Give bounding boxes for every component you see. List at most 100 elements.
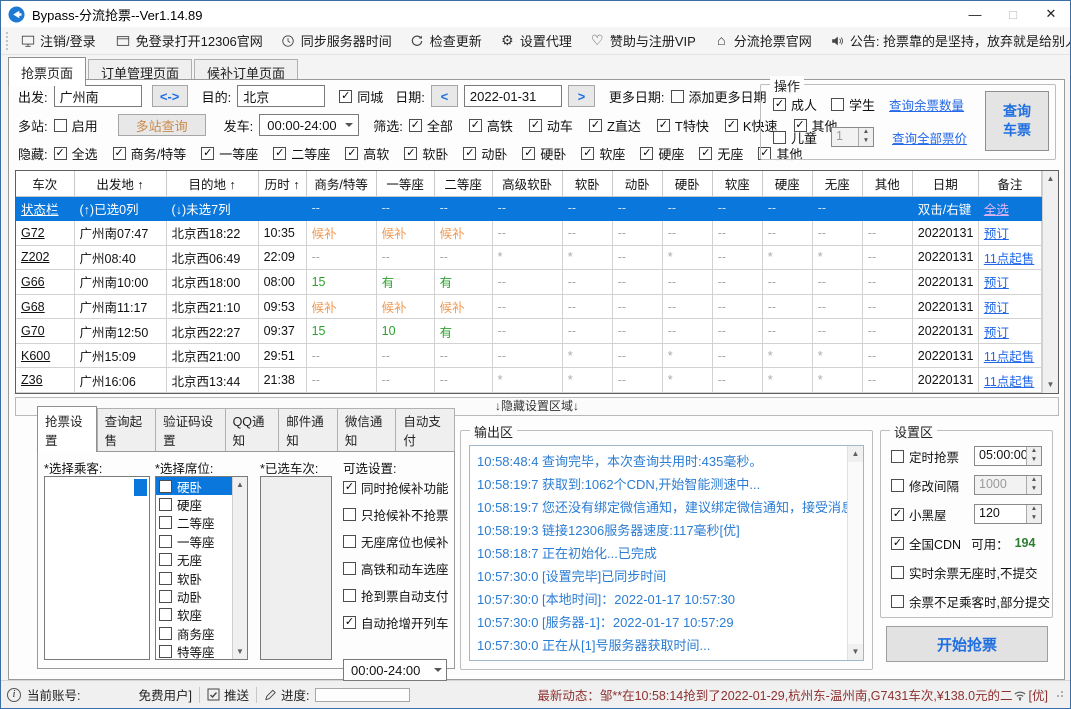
hide-checkbox-11[interactable]: 无座 — [699, 144, 743, 163]
settings-tab-3[interactable]: 验证码设置 — [155, 408, 225, 452]
remark-link[interactable]: 预订 — [977, 293, 1043, 320]
push-label[interactable]: 推送 — [224, 685, 249, 704]
settings-checkbox-2[interactable]: 修改间隔 — [891, 476, 959, 495]
query-ticket-button[interactable]: 查询 车票 — [985, 91, 1049, 151]
settings-checkbox-5[interactable]: 实时余票无座时,不提交 — [891, 563, 1037, 582]
train-number-link[interactable]: 状态栏 — [16, 195, 75, 222]
seat-scrollbar[interactable]: ▲ ▼ — [232, 477, 247, 659]
column-header[interactable]: 目的地 ↑ — [165, 171, 259, 197]
swap-stations-button[interactable]: <-> — [151, 85, 188, 107]
maximize-button[interactable]: □ — [994, 1, 1032, 27]
hide-checkbox-6[interactable]: 软卧 — [404, 144, 448, 163]
settings-spinner-3[interactable]: 120 ▲ ▼ — [974, 504, 1042, 524]
column-header[interactable]: 历时 ↑ — [257, 171, 307, 197]
grab-time-range-combo[interactable]: 00:00-24:00 — [343, 659, 447, 681]
table-row[interactable]: 状态栏 (↑)已选0列 (↓)未选7列 -- -- -- -- -- -- -- -- -- -- 双击/… — [16, 195, 1043, 222]
train-number-link[interactable]: Z36 — [16, 367, 75, 393]
spinner-arrows[interactable]: ▲ ▼ — [1026, 447, 1041, 465]
seat-option[interactable]: 硬卧 — [156, 477, 232, 496]
table-row[interactable]: Z36 广州16:06 北京西13:44 21:38 -- -- -- * * -- * -- * * --… — [16, 367, 1043, 393]
column-header[interactable]: 高级软卧 — [491, 171, 563, 197]
train-number-link[interactable]: G66 — [16, 269, 75, 295]
toolbar-item-6[interactable]: ♡ 赞助与注册VIP — [581, 29, 705, 53]
column-header[interactable]: 动卧 — [611, 171, 663, 197]
settings-checkbox-3[interactable]: 小黑屋 — [891, 505, 947, 524]
settings-spinner-1[interactable]: 05:00:00 ▲ ▼ — [974, 446, 1042, 466]
seat-option[interactable]: 特等座 — [156, 643, 232, 661]
filter-checkbox-1[interactable]: 全部 — [408, 116, 453, 135]
seat-option[interactable]: 商务座 — [156, 624, 232, 642]
remark-link[interactable]: 全选 — [977, 195, 1043, 222]
settings-checkbox-1[interactable]: 定时抢票 — [891, 447, 959, 466]
hide-checkbox-10[interactable]: 硬座 — [640, 144, 684, 163]
settings-tab-2[interactable]: 查询起售 — [96, 408, 156, 452]
grab-option-5[interactable]: 抢到票自动支付 — [343, 586, 449, 605]
passenger-listbox[interactable] — [44, 476, 150, 660]
same-city-checkbox[interactable]: 同城 — [339, 87, 383, 106]
hide-checkbox-1[interactable]: 全选 — [53, 144, 98, 163]
multi-station-query-button[interactable]: 多站查询 — [117, 114, 206, 136]
add-more-dates-checkbox[interactable]: 添加更多日期 — [670, 87, 767, 106]
table-row[interactable]: G70 广州南12:50 北京西22:27 09:37 15 10 有 -- -- -- -- -- -… — [16, 318, 1043, 344]
scroll-down-icon[interactable]: ▼ — [1043, 377, 1058, 393]
depart-input[interactable] — [53, 85, 142, 107]
settings-tab-6[interactable]: 微信通知 — [336, 408, 396, 452]
table-row[interactable]: Z202 广州08:40 北京西06:49 22:09 -- -- -- * * -- * -- * * -… — [16, 244, 1043, 271]
date-next-button[interactable]: > — [567, 85, 595, 107]
train-number-link[interactable]: K600 — [16, 342, 75, 369]
column-header[interactable]: 硬卧 — [661, 171, 713, 197]
column-header[interactable]: 出发地 ↑ — [73, 171, 167, 197]
grab-option-4[interactable]: 高铁和动车选座 — [343, 559, 449, 578]
remark-link[interactable]: 11点起售 — [977, 367, 1043, 393]
settings-tab-1[interactable]: 抢票设置 — [37, 406, 97, 452]
child-checkbox[interactable]: 儿童 — [773, 128, 817, 147]
filter-checkbox-2[interactable]: 高铁 — [468, 116, 513, 135]
grab-option-6[interactable]: 自动抢增开列车 — [343, 613, 449, 632]
student-checkbox[interactable]: 学生 — [831, 95, 875, 114]
hide-checkbox-7[interactable]: 动卧 — [463, 144, 507, 163]
filter-checkbox-3[interactable]: 动车 — [528, 116, 573, 135]
minimize-button[interactable]: — — [956, 1, 994, 27]
start-grab-button[interactable]: 开始抢票 — [886, 626, 1048, 662]
remark-link[interactable]: 预订 — [977, 220, 1043, 246]
table-scrollbar[interactable]: ▲ ▼ — [1042, 171, 1058, 393]
column-header[interactable]: 备注 — [977, 171, 1043, 197]
train-number-link[interactable]: G68 — [16, 293, 75, 320]
selected-trains-box[interactable] — [260, 476, 332, 660]
query-remaining-link[interactable]: 查询余票数量 — [889, 95, 964, 114]
remark-link[interactable]: 11点起售 — [977, 342, 1043, 369]
date-input[interactable] — [463, 85, 562, 107]
settings-tab-7[interactable]: 自动支付 — [395, 408, 455, 452]
table-row[interactable]: G72 广州南07:47 北京西18:22 10:35 候补 候补 候补 -- -- -- -- --… — [16, 220, 1043, 246]
toolbar-item-2[interactable]: 免登录打开12306官网 — [107, 29, 272, 53]
table-row[interactable]: G68 广州南11:17 北京西21:10 09:53 候补 候补 候补 -- -- -- -- --… — [16, 293, 1043, 320]
train-number-link[interactable]: Z202 — [16, 244, 75, 271]
seat-option[interactable]: 无座 — [156, 551, 232, 569]
adult-checkbox[interactable]: 成人 — [773, 95, 817, 114]
column-header[interactable]: 无座 — [811, 171, 863, 197]
seat-listbox[interactable]: 硬卧 硬座 二等座 一等座 无座 软卧 动卧 软座 商务座 特等座 ▲ ▼ — [155, 476, 248, 660]
seat-option[interactable]: 一等座 — [156, 532, 232, 550]
filter-checkbox-5[interactable]: T特快 — [656, 116, 709, 135]
column-header[interactable]: 其他 — [861, 171, 913, 197]
main-tab-1[interactable]: 抢票页面 — [8, 57, 87, 86]
output-scrollbar[interactable]: ▲ ▼ — [847, 446, 863, 660]
spinner-arrows[interactable]: ▲ ▼ — [858, 128, 874, 146]
column-header[interactable]: 软卧 — [561, 171, 613, 197]
column-header[interactable]: 一等座 — [375, 171, 435, 197]
toolbar-item-5[interactable]: ⚙ 设置代理 — [491, 29, 581, 53]
seat-option[interactable]: 软座 — [156, 606, 232, 624]
settings-tab-5[interactable]: 邮件通知 — [278, 408, 337, 452]
remark-link[interactable]: 11点起售 — [977, 244, 1043, 271]
filter-checkbox-4[interactable]: Z直达 — [588, 116, 641, 135]
toolbar-item-8[interactable]: 公告: 抢票靠的是坚持，放弃就是给别人机会! — [821, 29, 1070, 53]
toolbar-item-3[interactable]: 同步服务器时间 — [272, 29, 401, 53]
seat-option[interactable]: 二等座 — [156, 514, 232, 532]
hide-checkbox-5[interactable]: 高软 — [345, 144, 389, 163]
column-header[interactable]: 软座 — [711, 171, 763, 197]
settings-checkbox-4[interactable]: 全国CDN — [891, 534, 961, 553]
settings-checkbox-6[interactable]: 余票不足乘客时,部分提交 — [891, 592, 1050, 611]
grab-option-1[interactable]: 同时抢候补功能 — [343, 478, 449, 497]
hide-checkbox-4[interactable]: 二等座 — [273, 144, 330, 163]
hide-checkbox-8[interactable]: 硬卧 — [522, 144, 566, 163]
